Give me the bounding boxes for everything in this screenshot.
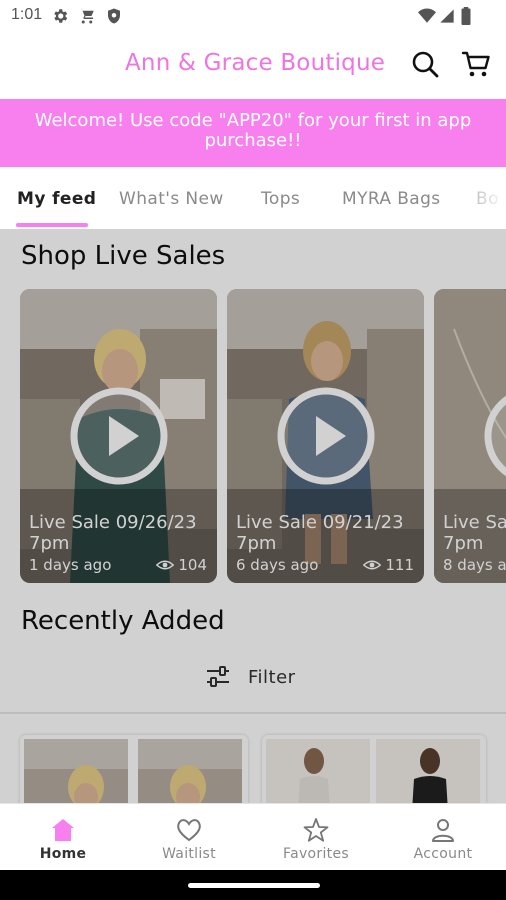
nav-account[interactable]: Account: [380, 804, 506, 871]
shopping-cart-icon: [79, 8, 94, 24]
star-icon: [303, 818, 329, 842]
product-thumbnail: [266, 739, 370, 803]
shield-icon: [108, 8, 120, 24]
live-sale-card[interactable]: Live Sa 7pm 8 days a: [434, 289, 506, 583]
live-sale-title: Live Sale 09/26/23 7pm: [29, 512, 197, 554]
battery-icon: [461, 7, 471, 25]
bottom-navigation: Home Waitlist Favorites Account: [0, 803, 506, 870]
nav-favorites[interactable]: Favorites: [253, 804, 379, 871]
live-sale-card[interactable]: Live Sale 09/26/23 7pm 1 days ago 104: [20, 289, 217, 583]
views-count: 104: [178, 556, 207, 574]
gear-icon: [54, 9, 68, 23]
app-screen: 1:01 Ann & Grace Boutique Welcome! Use c…: [0, 0, 506, 900]
live-sales-title: Shop Live Sales: [21, 241, 226, 271]
home-icon: [52, 819, 74, 841]
home-gesture-pill[interactable]: [188, 883, 320, 888]
live-sale-card[interactable]: Live Sale 09/21/23 7pm 6 days ago 111: [227, 289, 424, 583]
nav-account-label: Account: [413, 846, 473, 862]
product-card[interactable]: [20, 735, 248, 803]
heart-icon: [177, 819, 201, 842]
views-count: 111: [385, 556, 414, 574]
filter-button[interactable]: Filter: [206, 662, 296, 692]
tabs-fade: [446, 167, 506, 229]
tab-myra-bags[interactable]: MYRA Bags: [342, 189, 441, 209]
product-card[interactable]: [262, 735, 486, 803]
live-sale-time-ago: 8 days a: [443, 556, 506, 574]
eye-icon: [363, 560, 382, 570]
app-header: Ann & Grace Boutique: [0, 32, 506, 99]
live-sale-views: 104: [156, 556, 207, 574]
tab-tops[interactable]: Tops: [261, 189, 300, 209]
nav-favorites-label: Favorites: [283, 846, 349, 862]
section-divider: [0, 712, 506, 714]
tab-whats-new[interactable]: What's New: [119, 189, 224, 209]
live-sale-views: 111: [363, 556, 414, 574]
nav-waitlist[interactable]: Waitlist: [126, 804, 252, 871]
eye-icon: [156, 560, 175, 570]
sliders-icon: [207, 666, 229, 687]
category-tabs: My feed What's New Tops MYRA Bags Bo: [0, 167, 506, 229]
feed-content[interactable]: Shop Live Sales Live Sale 09/26/23 7pm 1…: [0, 229, 506, 803]
product-thumbnail: [24, 739, 128, 803]
nav-home-label: Home: [39, 846, 87, 862]
filter-label: Filter: [248, 666, 296, 688]
live-sale-title: Live Sale 09/21/23 7pm: [236, 512, 404, 554]
product-thumbnail: [376, 739, 480, 803]
app-title: Ann & Grace Boutique: [125, 50, 386, 76]
wifi-icon: [418, 8, 436, 23]
promo-banner[interactable]: Welcome! Use code "APP20" for your first…: [0, 99, 506, 167]
active-tab-indicator: [16, 223, 88, 227]
account-icon: [432, 819, 454, 842]
product-thumbnail: [138, 739, 242, 803]
promo-text: Welcome! Use code "APP20" for your first…: [34, 110, 472, 151]
nav-home[interactable]: Home: [0, 804, 126, 871]
play-icon[interactable]: [483, 386, 506, 486]
status-time: 1:01: [11, 6, 43, 23]
play-icon[interactable]: [69, 386, 169, 486]
system-navigation-bar: [0, 870, 506, 900]
signal-icon: [440, 9, 454, 23]
live-sale-time-ago: 1 days ago: [29, 556, 112, 574]
search-icon[interactable]: [409, 48, 441, 80]
cart-icon[interactable]: [460, 48, 492, 80]
live-sale-time-ago: 6 days ago: [236, 556, 319, 574]
play-icon[interactable]: [276, 386, 376, 486]
nav-waitlist-label: Waitlist: [162, 846, 216, 862]
tab-my-feed[interactable]: My feed: [17, 189, 96, 209]
recently-added-title: Recently Added: [21, 606, 225, 636]
status-bar: 1:01: [0, 0, 506, 32]
live-sale-title: Live Sa 7pm: [443, 512, 506, 554]
